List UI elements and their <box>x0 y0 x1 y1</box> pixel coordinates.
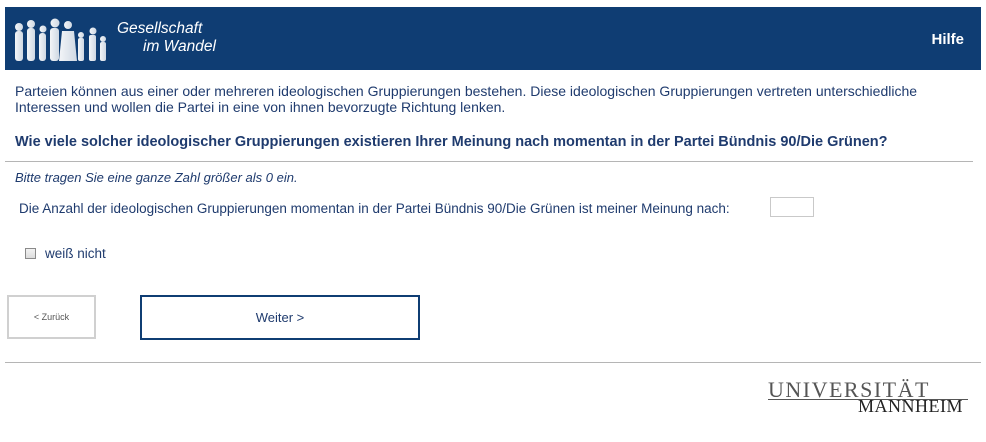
intro-text: Parteien können aus einer oder mehreren … <box>15 83 918 115</box>
footer-divider <box>5 362 981 363</box>
gesellschaft-im-wandel-logo: Gesellschaft im Wandel <box>5 7 240 70</box>
divider <box>5 161 973 162</box>
count-field-label: Die Anzahl der ideologischen Gruppierung… <box>19 201 730 216</box>
survey-header: Gesellschaft im Wandel Hilfe <box>5 7 981 70</box>
count-input[interactable] <box>770 197 814 217</box>
help-link[interactable]: Hilfe <box>931 31 964 48</box>
dont-know-label[interactable]: weiß nicht <box>45 246 106 261</box>
next-button[interactable]: Weiter > <box>140 295 420 340</box>
question-text: Wie viele solcher ideologischer Gruppier… <box>15 134 888 150</box>
universitaet-mannheim-logo: UNIVERSITÄT MANNHEIM <box>768 377 968 417</box>
logo-line-2: im Wandel <box>143 38 216 55</box>
logo-text: Gesellschaft im Wandel <box>117 20 216 56</box>
dont-know-checkbox[interactable] <box>25 248 36 259</box>
back-button[interactable]: < Zurück <box>7 295 96 339</box>
input-hint: Bitte tragen Sie eine ganze Zahl größer … <box>15 170 298 185</box>
uni-line-2: MANNHEIM <box>858 396 963 416</box>
logo-line-1: Gesellschaft <box>117 20 203 37</box>
